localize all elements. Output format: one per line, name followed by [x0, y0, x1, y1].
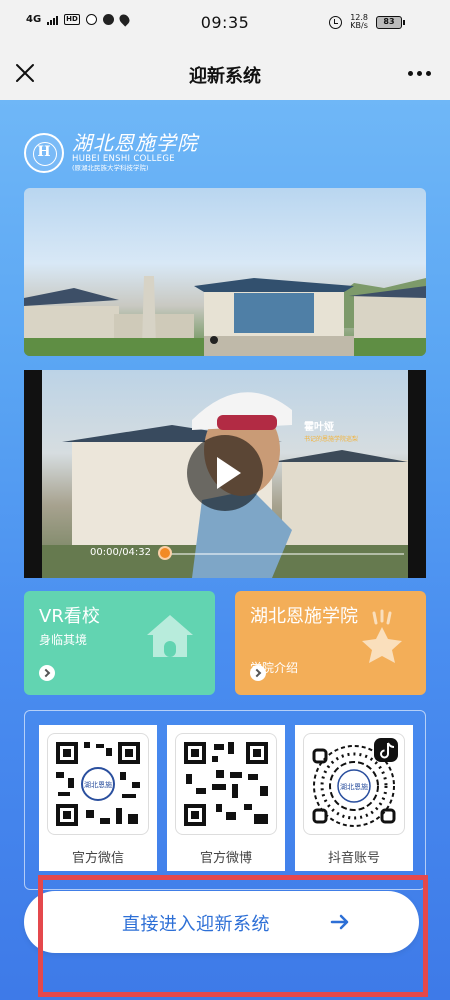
qr-douyin[interactable]: 湖北恩施 抖音账号 [295, 725, 413, 871]
video-caption-sub: 书记的恩施学院巡梨 [304, 436, 359, 443]
logo-text: 湖北恩施学院 HUBEI ENSHI COLLEGE (原湖北民族大学科技学院) [72, 132, 198, 173]
qr-label: 抖音账号 [327, 851, 380, 866]
qr-label: 官方微信 [71, 851, 124, 866]
battery-icon: 83 [376, 15, 405, 29]
vr-tour-card[interactable]: VR看校 身临其境 [24, 591, 215, 695]
network-speed: 12.8 KB/s [350, 14, 368, 30]
page-title: 迎新系统 [189, 66, 261, 87]
star-icon [356, 609, 408, 669]
more-icon[interactable] [404, 60, 434, 86]
card-title: 湖北恩施学院 [250, 606, 358, 627]
card-title: VR看校 [39, 606, 100, 627]
college-intro-card[interactable]: 湖北恩施学院 学院介绍 [235, 591, 426, 695]
video-caption: 霍叶娅 [304, 422, 334, 433]
speed-unit: KB/s [350, 21, 368, 30]
video-player[interactable]: 霍叶娅 书记的恩施学院巡梨 00:00/04:32 [24, 370, 426, 578]
video-progress-knob[interactable] [158, 546, 172, 560]
logo-sub: (原湖北民族大学科技学院) [72, 164, 149, 172]
arrow-right-icon [39, 665, 55, 681]
arrow-right-icon [250, 665, 266, 681]
main-content: 湖北恩施学院 HUBEI ENSHI COLLEGE (原湖北民族大学科技学院) [0, 100, 450, 1000]
college-seal-icon [24, 132, 64, 173]
video-progress-track[interactable] [164, 553, 404, 555]
highlight-box [38, 875, 428, 997]
qr-code-weibo [175, 733, 277, 835]
qr-code-panel: 湖北恩施 官方微信 官方微博 湖北恩施 抖音账号 [24, 710, 426, 890]
svg-text:湖北恩施: 湖北恩施 [84, 780, 112, 789]
qr-wechat[interactable]: 湖北恩施 官方微信 [39, 725, 157, 871]
qr-code-wechat: 湖北恩施 [47, 733, 149, 835]
logo-en: HUBEI ENSHI COLLEGE [72, 154, 175, 164]
logo-cn: 湖北恩施学院 [72, 131, 198, 155]
college-logo: 湖北恩施学院 HUBEI ENSHI COLLEGE (原湖北民族大学科技学院) [24, 132, 198, 173]
status-bar: 4G HD 09:35 12.8 KB/s 83 [0, 0, 450, 48]
campus-scene-image [24, 276, 426, 356]
house-icon [143, 609, 197, 667]
video-time: 00:00/04:32 [90, 547, 152, 558]
svg-text:湖北恩施: 湖北恩施 [340, 782, 368, 791]
status-right: 12.8 KB/s 83 [329, 14, 405, 30]
play-icon[interactable] [187, 435, 263, 511]
qr-weibo[interactable]: 官方微博 [167, 725, 285, 871]
card-sub: 身临其境 [39, 633, 88, 647]
qr-code-douyin: 湖北恩施 [303, 733, 405, 835]
qr-label: 官方微博 [199, 851, 252, 866]
campus-photo[interactable] [24, 188, 426, 356]
alarm-icon [329, 15, 343, 29]
nav-bar: 迎新系统 [0, 48, 450, 100]
